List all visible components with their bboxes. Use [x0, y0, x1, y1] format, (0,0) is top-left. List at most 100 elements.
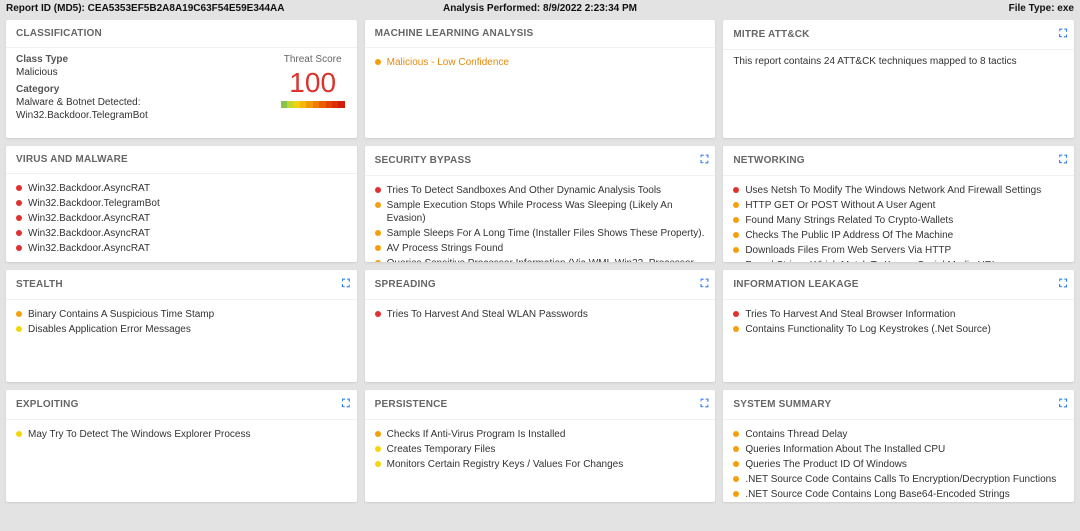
expand-icon[interactable]: ⛶ [342, 398, 347, 411]
severity-dot [733, 461, 739, 467]
severity-dot [16, 311, 22, 317]
list-item-text: AV Process Strings Found [387, 242, 504, 255]
card-title: STEALTH [16, 279, 63, 290]
list-item: Win32.Backdoor.AsyncRAT [16, 182, 347, 195]
severity-dot [733, 446, 739, 452]
severity-dot [375, 446, 381, 452]
list-item-text: Checks If Anti-Virus Program Is Installe… [387, 428, 566, 441]
list-item: Tries To Harvest And Steal Browser Infor… [733, 308, 1064, 321]
severity-dot [375, 461, 381, 467]
expand-icon[interactable]: ⛶ [701, 154, 706, 167]
list-item-text: Win32.Backdoor.AsyncRAT [28, 242, 150, 255]
list-item: Win32.Backdoor.TelegramBot [16, 197, 347, 210]
expand-icon[interactable]: ⛶ [701, 278, 706, 291]
list-item: Queries Sensitive Processor Information … [375, 257, 706, 262]
list-item: Win32.Backdoor.AsyncRAT [16, 242, 347, 255]
bypass-list: Tries To Detect Sandboxes And Other Dyna… [375, 184, 706, 262]
list-item: May Try To Detect The Windows Explorer P… [16, 428, 347, 441]
list-item: Win32.Backdoor.AsyncRAT [16, 227, 347, 240]
card-info-leakage: INFORMATION LEAKAGE ⛶ Tries To Harvest A… [723, 270, 1074, 382]
severity-dot [733, 247, 739, 253]
summary-list: Contains Thread Delay Queries Information… [733, 428, 1064, 502]
list-item: AV Process Strings Found [375, 242, 706, 255]
expand-icon[interactable]: ⛶ [1059, 398, 1064, 411]
list-item-text: .NET Source Code Contains Calls To Encry… [745, 473, 1056, 486]
list-item-text: May Try To Detect The Windows Explorer P… [28, 428, 251, 441]
severity-dot [733, 476, 739, 482]
list-item: Binary Contains A Suspicious Time Stamp [16, 308, 347, 321]
card-virus-malware: VIRUS AND MALWARE Win32.Backdoor.AsyncRA… [6, 146, 357, 262]
card-stealth: STEALTH ⛶ Binary Contains A Suspicious T… [6, 270, 357, 382]
stealth-list: Binary Contains A Suspicious Time Stamp D… [16, 308, 347, 336]
list-item: Tries To Harvest And Steal WLAN Password… [375, 308, 706, 321]
expand-icon[interactable]: ⛶ [1059, 28, 1064, 41]
severity-dot [375, 311, 381, 317]
list-item-text: Found Strings Which Match To Known Socia… [745, 259, 1002, 262]
list-item-text: Sample Execution Stops While Process Was… [387, 199, 706, 225]
leak-list: Tries To Harvest And Steal Browser Infor… [733, 308, 1064, 336]
severity-dot [733, 431, 739, 437]
list-item-text: Queries Information About The Installed … [745, 443, 945, 456]
severity-dot [16, 245, 22, 251]
severity-dot [733, 202, 739, 208]
file-type: File Type: exe [1009, 3, 1074, 14]
virus-list: Win32.Backdoor.AsyncRAT Win32.Backdoor.Te… [16, 182, 347, 255]
list-item: Queries Information About The Installed … [733, 443, 1064, 456]
severity-dot [16, 431, 22, 437]
card-title: SPREADING [375, 279, 436, 290]
card-title: VIRUS AND MALWARE [16, 154, 128, 165]
card-networking: NETWORKING ⛶ Uses Netsh To Modify The Wi… [723, 146, 1074, 262]
list-item-text: Win32.Backdoor.AsyncRAT [28, 182, 150, 195]
threat-score-label: Threat Score [281, 54, 345, 65]
list-item-text: Found Many Strings Related To Crypto-Wal… [745, 214, 953, 227]
threat-score-bar [281, 101, 345, 108]
list-item-text: Monitors Certain Registry Keys / Values … [387, 458, 624, 471]
card-security-bypass: SECURITY BYPASS ⛶ Tries To Detect Sandbo… [365, 146, 716, 262]
list-item: Checks If Anti-Virus Program Is Installe… [375, 428, 706, 441]
list-item: Tries To Detect Sandboxes And Other Dyna… [375, 184, 706, 197]
expand-icon[interactable]: ⛶ [1059, 278, 1064, 291]
severity-dot [16, 230, 22, 236]
card-system-summary: SYSTEM SUMMARY ⛶ Contains Thread DelayQu… [723, 390, 1074, 502]
list-item-text: Tries To Harvest And Steal Browser Infor… [745, 308, 955, 321]
expand-icon[interactable]: ⛶ [701, 398, 706, 411]
ml-list: Malicious - Low Confidence [375, 56, 706, 69]
severity-dot [733, 491, 739, 497]
list-item-text: Malicious - Low Confidence [387, 56, 509, 69]
card-mitre: MITRE ATT&CK ⛶ This report contains 24 A… [723, 20, 1074, 138]
severity-dot [733, 311, 739, 317]
card-title: MACHINE LEARNING ANALYSIS [375, 28, 534, 39]
list-item-text: Win32.Backdoor.AsyncRAT [28, 212, 150, 225]
severity-dot [375, 59, 381, 65]
list-item: Found Strings Which Match To Known Socia… [733, 259, 1064, 262]
severity-dot [16, 185, 22, 191]
severity-dot [733, 217, 739, 223]
list-item: Queries The Product ID Of Windows [733, 458, 1064, 471]
list-item: Downloads Files From Web Servers Via HTT… [733, 244, 1064, 257]
threat-score: Threat Score 100 [281, 54, 345, 108]
card-persistence: PERSISTENCE ⛶ Checks If Anti-Virus Progr… [365, 390, 716, 502]
list-item-text: Queries The Product ID Of Windows [745, 458, 907, 471]
expand-icon[interactable]: ⛶ [1059, 154, 1064, 167]
card-title: CLASSIFICATION [16, 28, 102, 39]
severity-dot [375, 431, 381, 437]
list-item: Disables Application Error Messages [16, 323, 347, 336]
card-spreading: SPREADING ⛶ Tries To Harvest And Steal W… [365, 270, 716, 382]
list-item-text: Win32.Backdoor.TelegramBot [28, 197, 160, 210]
list-item-text: Contains Thread Delay [745, 428, 847, 441]
card-ml-analysis: MACHINE LEARNING ANALYSIS Malicious - Lo… [365, 20, 716, 138]
list-item-text: .NET Source Code Contains Long Base64-En… [745, 488, 1009, 501]
severity-dot [733, 187, 739, 193]
severity-dot [375, 260, 381, 262]
card-title: MITRE ATT&CK [733, 29, 809, 40]
list-item-text: Win32.Backdoor.AsyncRAT [28, 227, 150, 240]
topbar: Report ID (MD5): CEA5353EF5B2A8A19C63F54… [0, 0, 1080, 20]
list-item-text: Contains Functionality To Log Keystrokes… [745, 323, 991, 336]
expand-icon[interactable]: ⛶ [342, 278, 347, 291]
list-item-text: Binary Contains A Suspicious Time Stamp [28, 308, 214, 321]
severity-dot [375, 230, 381, 236]
card-classification: CLASSIFICATION Class Type Malicious Cate… [6, 20, 357, 138]
severity-dot [375, 187, 381, 193]
severity-dot [16, 200, 22, 206]
list-item: .NET Source Code Contains Long Base64-En… [733, 488, 1064, 501]
